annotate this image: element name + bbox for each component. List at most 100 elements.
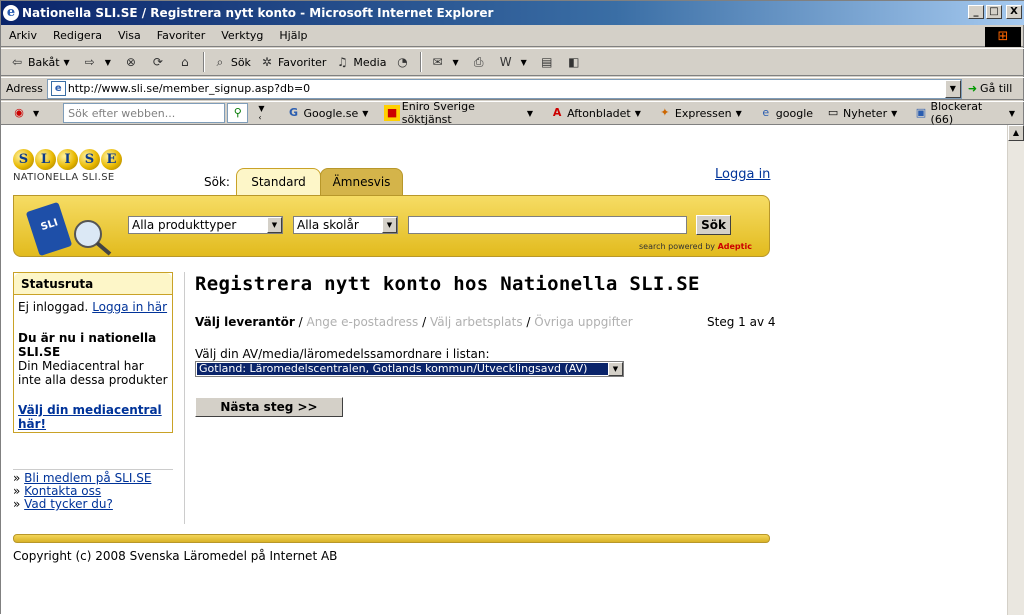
folder-icon: ▭ [827,106,839,119]
vertical-scrollbar[interactable]: ▲ [1007,125,1024,615]
eniro-icon: ■ [384,105,400,121]
tab-amnesvis[interactable]: Ämnesvis [320,168,403,196]
menu-visa[interactable]: Visa [110,29,149,42]
address-bar: Adress e http://www.sli.se/member_signup… [1,77,1024,100]
scroll-up-button[interactable]: ▲ [1008,125,1024,141]
edit-button[interactable]: W ▼ [494,51,535,73]
mail-icon: ✉ [432,55,443,69]
favorites-button[interactable]: ✲ Favoriter [255,51,330,73]
login-status: Ej inloggad. [18,300,89,314]
go-arrow-icon: ➜ [967,82,978,95]
toolbar: ⇦ Bakåt ▼ ⇨ ▼ ⊗ ⟳ ⌂ ⌕ Sök ✲ Favoriter ♫ Media … [1,48,1024,76]
link-eniro[interactable]: ■ Eniro Sverige söktjänst ▼ [378,100,543,126]
link-google[interactable]: e google [752,102,819,124]
provider-select[interactable]: Gotland: Läromedelscentralen, Gotlands k… [195,361,624,377]
sidebar-login-link[interactable]: Logga in här [92,300,167,314]
menu-redigera[interactable]: Redigera [45,29,110,42]
close-button[interactable]: X [1006,5,1022,19]
step-3: Välj arbetsplats [429,315,523,329]
history-icon: ◔ [397,55,408,69]
sli-logo[interactable]: S L I S E NATIONELLA SLI.SE [13,149,127,189]
web-search-button[interactable]: ⚲ [227,103,249,123]
discuss-button[interactable]: ▤ [535,51,562,73]
web-search-input[interactable]: Sök efter webben... [63,103,226,123]
messenger-button[interactable]: ◧ [562,51,589,73]
search-label: Sök: [204,175,230,189]
blocker-icon: ▣ [915,106,927,119]
step-breadcrumb: Välj leverantör / Ange e-postadress / Vä… [195,315,633,329]
sidebar-link-member[interactable]: Bli medlem på SLI.SE [24,471,151,485]
go-button[interactable]: ➜ Gå till [962,82,1012,95]
sidebar-link-feedback[interactable]: Vad tycker du? [24,497,113,511]
menu-favoriter[interactable]: Favoriter [149,29,213,42]
address-dropdown[interactable]: ▼ [944,79,961,98]
link-nyheter[interactable]: ▭ Nyheter ▼ [819,102,907,124]
page-content: S L I S E NATIONELLA SLI.SE Sök: Standar… [1,125,1007,615]
links-bar: ◉ ▼ Sök efter webben... ⚲ ▼ ‹ G Google.se ▼… [1,100,1024,126]
powered-by: search powered by Adeptic [639,242,752,251]
link-google-se[interactable]: G Google.se ▼ [280,102,379,124]
search-submit-button[interactable]: Sök [696,215,731,235]
address-label: Adress [6,82,43,95]
windows-logo-icon: ⊞ [985,27,1021,47]
word-icon: W [499,55,512,69]
step-1: Välj leverantör [195,315,295,329]
stop-icon: ⊗ [125,55,136,69]
links-dropdown[interactable]: ▼ ‹ [248,102,279,124]
address-input[interactable]: e http://www.sli.se/member_signup.asp?db… [46,78,962,99]
search-query-input[interactable] [408,216,687,234]
tab-standard[interactable]: Standard [236,168,321,196]
school-year-select[interactable]: Alla skolår ▼ [293,216,398,234]
forward-arrow-icon: ⇨ [84,55,95,69]
footer-bar [13,534,770,543]
search-banner: SLI Alla produkttyper ▼ Alla skolår ▼ Sök … [13,195,770,257]
popup-blocker[interactable]: ▣ Blockerat (66) ▼ [907,100,1024,126]
status-box-title: Statusruta [14,273,172,295]
refresh-button[interactable]: ⟳ [146,51,173,73]
product-type-select[interactable]: Alla produkttyper ▼ [128,216,283,234]
sidebar-link-contact[interactable]: Kontakta oss [24,484,101,498]
next-step-button[interactable]: Nästa steg >> [195,397,343,417]
window-title: Nationella SLI.SE / Registrera nytt kont… [22,6,494,20]
maximize-button[interactable]: □ [986,5,1002,19]
step-count: Steg 1 av 4 [707,315,776,329]
aftonbladet-icon: A [552,106,562,119]
media-icon: ♫ [337,55,348,69]
status-box: Statusruta Ej inloggad. Logga in här Du … [13,272,173,433]
forward-button[interactable]: ⇨ ▼ [78,51,119,73]
mail-button[interactable]: ✉ ▼ [425,51,466,73]
google-toolbar-icon[interactable]: ◉ ▼ [5,102,49,124]
menu-hjalp[interactable]: Hjälp [271,29,315,42]
back-arrow-icon: ⇦ [11,55,23,69]
menu-arkiv[interactable]: Arkiv [1,29,45,42]
link-expressen[interactable]: ✦ Expressen ▼ [651,102,752,124]
history-button[interactable]: ◔ [390,51,417,73]
sidebar-divider [13,469,173,470]
login-link[interactable]: Logga in [715,167,770,182]
menu-verktyg[interactable]: Verktyg [213,29,271,42]
link-aftonbladet[interactable]: A Aftonbladet ▼ [543,102,651,124]
choose-mediacentral-link[interactable]: Välj din mediacentral här! [18,403,168,431]
current-site-text: Din Mediacentral har inte alla dessa pro… [18,359,168,387]
print-button[interactable]: ⎙ [467,51,494,73]
star-icon: ✲ [261,55,272,69]
title-bar: e Nationella SLI.SE / Registrera nytt ko… [1,1,1024,25]
ie-page-icon: e [762,106,770,119]
minimize-button[interactable]: _ [968,5,984,19]
stop-button[interactable]: ⊗ [119,51,146,73]
copyright-text: Copyright (c) 2008 Svenska Läromedel på … [13,549,338,563]
ie-logo-icon: e [3,5,19,21]
expressen-icon: ✦ [660,106,670,119]
step-2: Ange e-postadress [306,315,419,329]
google-icon: G [288,106,299,119]
home-button[interactable]: ⌂ [173,51,200,73]
search-button[interactable]: ⌕ Sök [208,51,255,73]
messenger-icon: ◧ [568,55,580,69]
menu-bar: Arkiv Redigera Visa Favoriter Verktyg Hj… [1,25,1024,47]
back-button[interactable]: ⇦ Bakåt ▼ [5,51,78,73]
logo-subtitle: NATIONELLA SLI.SE [13,172,115,183]
media-button[interactable]: ♫ Media [330,51,390,73]
provider-prompt: Välj din AV/media/läromedelssamordnare i… [195,347,490,361]
page-title: Registrera nytt konto hos Nationella SLI… [195,273,700,295]
page-icon: e [50,80,66,96]
